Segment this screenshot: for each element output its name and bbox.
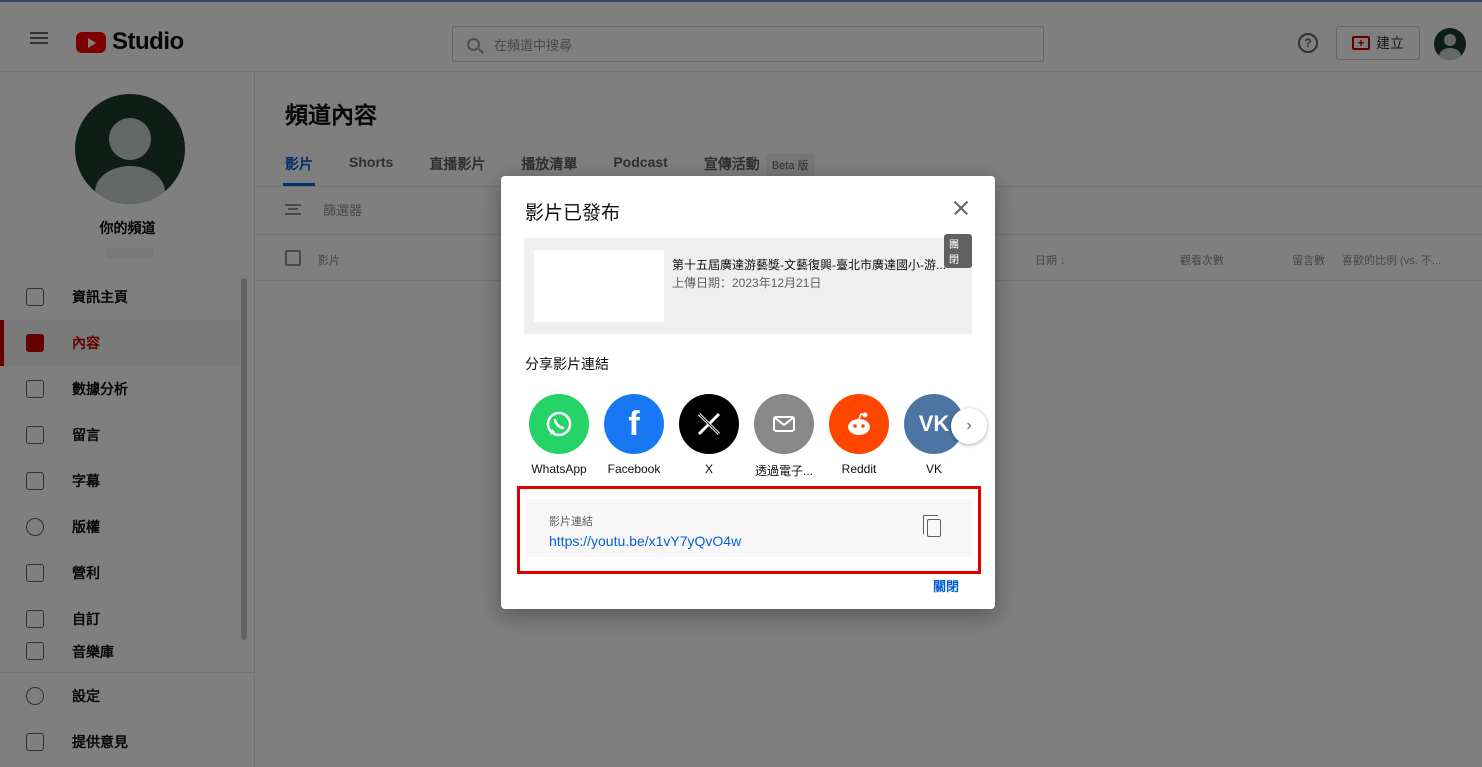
x-icon	[679, 394, 739, 454]
video-published-dialog: 影片已發布 團閉 第十五屆廣達游藝獎-文藝復興-臺北市廣達國小-游... 上傳日…	[501, 176, 995, 609]
video-link-field[interactable]: 影片連結 https://youtu.be/x1vY7yQvO4w	[525, 499, 973, 557]
share-name: X	[704, 462, 713, 476]
share-whatsapp[interactable]: WhatsApp	[524, 394, 594, 476]
highlighted-link-box: 影片連結 https://youtu.be/x1vY7yQvO4w	[517, 486, 981, 574]
email-icon	[754, 394, 814, 454]
dialog-title: 影片已發布	[525, 203, 621, 224]
share-facebook[interactable]: f Facebook	[599, 394, 669, 476]
share-name: VK	[925, 462, 942, 476]
video-link-url[interactable]: https://youtu.be/x1vY7yQvO4w	[549, 533, 741, 549]
share-label: 分享影片連結	[525, 356, 609, 372]
close-icon[interactable]	[949, 196, 973, 220]
link-label: 影片連結	[549, 516, 593, 528]
whatsapp-icon	[529, 394, 589, 454]
share-x[interactable]: X	[674, 394, 744, 476]
facebook-icon: f	[604, 394, 664, 454]
share-targets: WhatsApp f Facebook X 透過電子... Reddit VK	[524, 394, 984, 484]
upload-date: 上傳日期：2023年12月21日	[672, 276, 822, 290]
share-name: Facebook	[607, 462, 661, 476]
copy-icon[interactable]	[923, 515, 941, 537]
video-thumbnail[interactable]	[534, 250, 664, 322]
share-reddit[interactable]: Reddit	[824, 394, 894, 476]
close-button[interactable]: 關閉	[933, 576, 959, 595]
share-name: 透過電子...	[754, 464, 813, 478]
share-name: WhatsApp	[531, 462, 587, 476]
reddit-icon	[829, 394, 889, 454]
video-card: 團閉 第十五屆廣達游藝獎-文藝復興-臺北市廣達國小-游... 上傳日期：2023…	[524, 234, 972, 334]
video-title: 第十五屆廣達游藝獎-文藝復興-臺北市廣達國小-游...	[672, 258, 946, 272]
chevron-right-icon[interactable]: ›	[951, 408, 987, 444]
share-email[interactable]: 透過電子...	[749, 394, 819, 479]
share-name: Reddit	[841, 462, 877, 476]
